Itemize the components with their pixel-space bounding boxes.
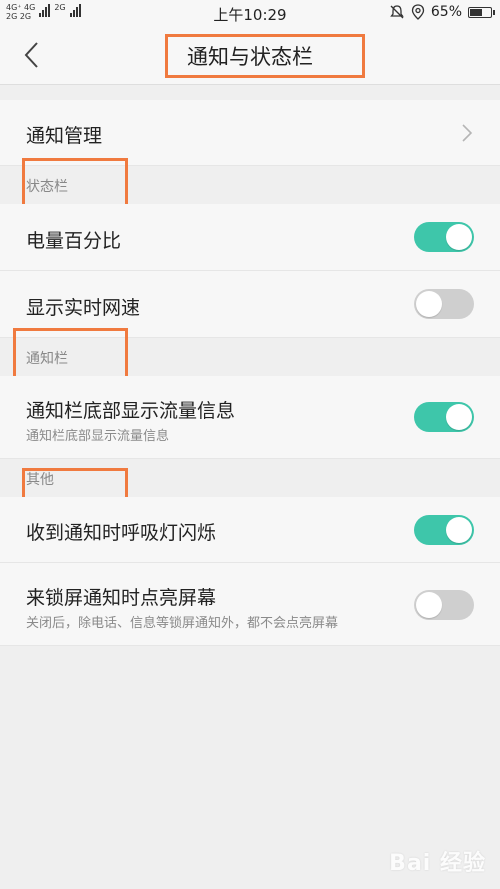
wake-screen-toggle[interactable]	[414, 590, 474, 620]
breathing-light-label: 收到通知时呼吸灯闪烁	[26, 522, 217, 544]
breathing-light-row[interactable]: 收到通知时呼吸灯闪烁	[0, 497, 500, 563]
traffic-info-row[interactable]: 通知栏底部显示流量信息 通知栏底部显示流量信息	[0, 376, 500, 459]
notification-bar-highlight-frame	[13, 328, 128, 380]
notification-management-row[interactable]: 通知管理	[0, 100, 500, 166]
battery-icon	[468, 6, 495, 18]
traffic-info-subtitle: 通知栏底部显示流量信息	[26, 429, 170, 444]
battery-percentage-row[interactable]: 电量百分比	[0, 204, 500, 271]
toggle-knob	[446, 224, 472, 250]
toggle-knob	[446, 517, 472, 543]
watermark-logo: Bai 经验	[389, 851, 486, 876]
bell-muted-icon	[390, 5, 404, 19]
toggle-knob	[446, 404, 472, 430]
wake-screen-row[interactable]: 来锁屏通知时点亮屏幕 关闭后，除电话、信息等锁屏通知外，都不会点亮屏幕	[0, 563, 500, 646]
battery-percentage-toggle[interactable]	[414, 222, 474, 252]
toggle-knob	[416, 592, 442, 618]
chevron-right-icon	[462, 124, 473, 142]
battery-percentage-label: 电量百分比	[26, 230, 122, 252]
battery-fill	[470, 8, 482, 16]
realtime-speed-toggle[interactable]	[414, 289, 474, 319]
realtime-speed-label: 显示实时网速	[26, 297, 141, 319]
wake-screen-subtitle: 关闭后，除电话、信息等锁屏通知外，都不会点亮屏幕	[26, 616, 339, 631]
location-icon	[411, 4, 425, 20]
title-bar: 通知与状态栏	[0, 26, 500, 85]
status-icons: 65%	[389, 4, 495, 20]
title-highlight-frame	[165, 34, 365, 78]
traffic-info-label: 通知栏底部显示流量信息	[26, 400, 236, 422]
breathing-light-toggle[interactable]	[414, 515, 474, 545]
toggle-knob	[416, 291, 442, 317]
traffic-info-toggle[interactable]	[414, 402, 474, 432]
wake-screen-label: 来锁屏通知时点亮屏幕	[26, 587, 217, 609]
status-bar: 4G⁺ 4G 2G 2G 2G 上午10:29 65%	[0, 0, 500, 26]
notification-management-label: 通知管理	[26, 125, 103, 147]
battery-percent: 65%	[430, 4, 462, 20]
